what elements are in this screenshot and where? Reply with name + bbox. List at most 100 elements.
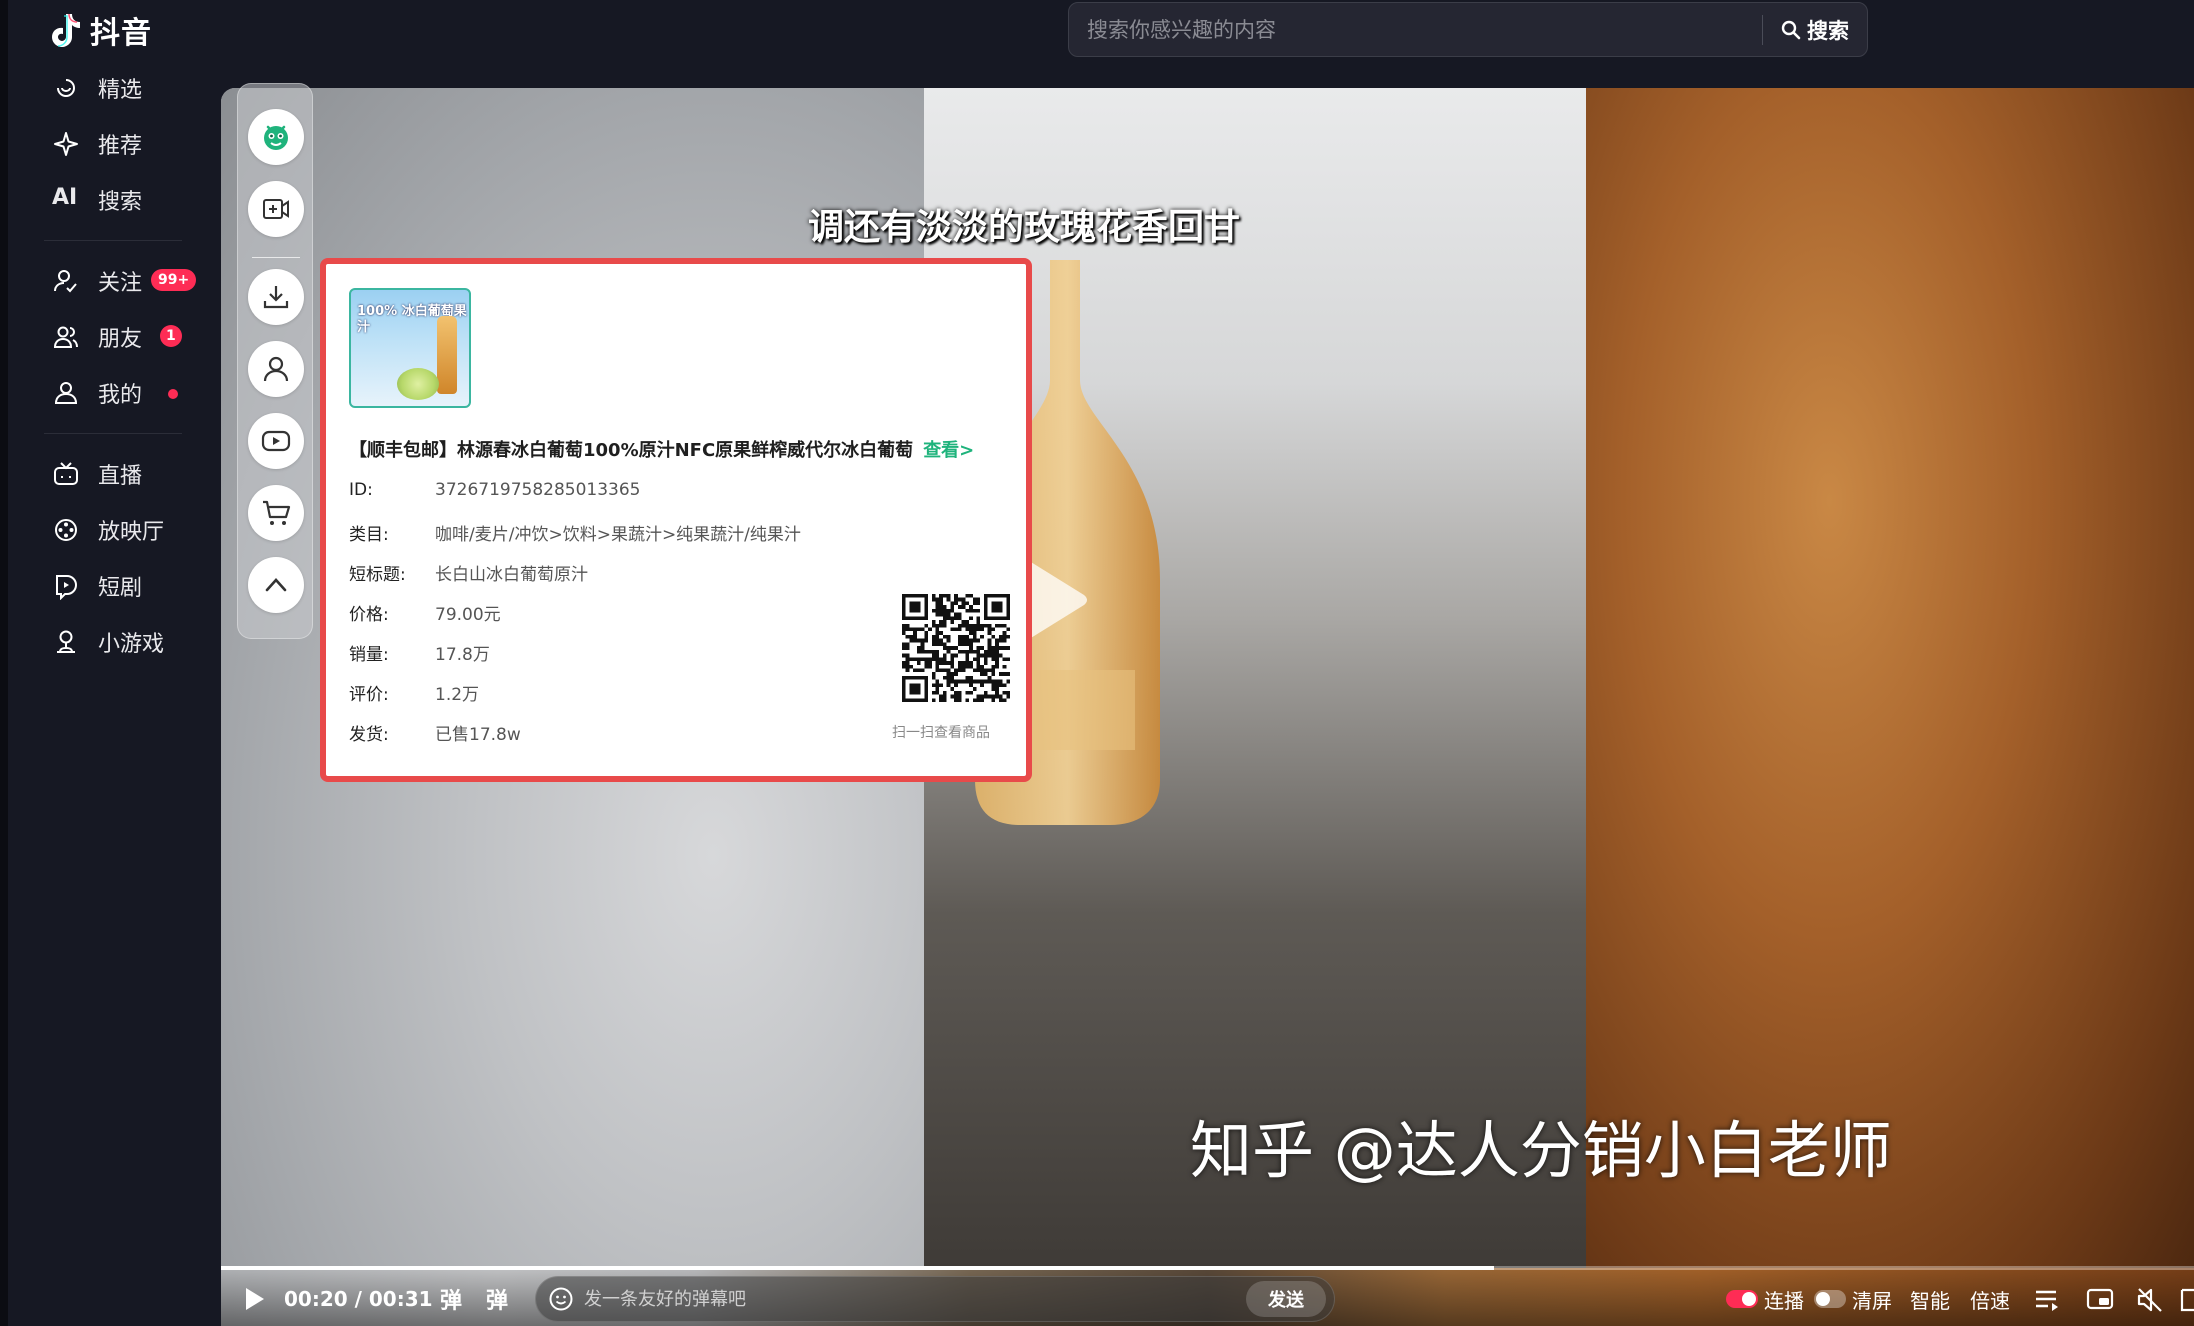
qr-module <box>924 657 929 662</box>
qr-module <box>987 631 992 635</box>
collapse-rail-button[interactable] <box>248 557 304 613</box>
sidebar-item-recommend[interactable]: 推荐 <box>8 116 218 172</box>
qr-module <box>972 627 977 632</box>
qr-module <box>957 661 962 665</box>
search-input[interactable] <box>1069 3 1762 56</box>
app-logo[interactable]: 抖音 <box>50 8 152 52</box>
qr-module <box>991 683 996 688</box>
qr-module <box>935 631 940 635</box>
qr-module <box>976 661 981 665</box>
sidebar-item-label: 精选 <box>98 78 143 103</box>
qr-module <box>976 653 981 658</box>
product-field-shipping: 发货: 已售17.8w <box>349 720 521 745</box>
field-key: 类目: <box>349 525 389 545</box>
qr-module <box>939 601 943 606</box>
author-profile-button[interactable] <box>248 341 304 397</box>
qr-module <box>946 634 951 639</box>
qr-module <box>961 620 966 624</box>
qr-module <box>961 623 966 628</box>
plugin-action-rail <box>237 83 313 639</box>
speed-button[interactable]: 倍速 <box>1970 1284 2010 1314</box>
qr-module <box>931 634 936 639</box>
plugin-logo-button[interactable] <box>248 109 304 165</box>
qr-module <box>905 664 910 669</box>
product-field-short-title: 短标题: 长白山冰白葡萄原汁 <box>349 560 588 585</box>
qr-module <box>924 638 929 643</box>
qr-module <box>1006 657 1010 662</box>
sidebar-item-live[interactable]: 直播 <box>8 446 218 502</box>
qr-module <box>965 642 970 647</box>
fullscreen-icon[interactable] <box>2180 1287 2194 1313</box>
send-danmu-button[interactable]: 发送 <box>1246 1281 1326 1317</box>
picture-in-picture-icon[interactable] <box>2086 1287 2114 1313</box>
qr-module <box>957 627 962 632</box>
danmu-input[interactable] <box>574 1277 1246 1321</box>
qr-module <box>991 668 996 673</box>
qr-module <box>976 601 981 606</box>
sidebar-item-follow[interactable]: 关注 99+ <box>8 253 218 309</box>
qr-module <box>969 683 973 688</box>
sidebar-item-cinema[interactable]: 放映厅 <box>8 502 218 558</box>
qr-module <box>976 620 981 624</box>
plugin-logo-icon <box>264 125 288 150</box>
qr-module <box>987 638 992 643</box>
play-icon[interactable] <box>244 1286 266 1312</box>
sidebar-item-ai-search[interactable]: AI 搜索 <box>8 172 218 228</box>
qr-module <box>950 661 955 665</box>
video-capture-button[interactable] <box>248 181 304 237</box>
qr-module <box>920 649 925 654</box>
qr-module <box>939 597 943 602</box>
search-button[interactable]: 搜索 <box>1763 3 1867 56</box>
product-cart-button[interactable] <box>248 485 304 541</box>
qr-module <box>935 608 940 613</box>
qr-module <box>905 646 910 650</box>
mute-icon[interactable] <box>2136 1287 2164 1313</box>
sidebar-item-short-drama[interactable]: 短剧 <box>8 558 218 614</box>
qr-module <box>980 679 984 684</box>
danmu-composer: 发送 <box>535 1276 1335 1322</box>
danmu-settings-button[interactable]: 弹 <box>486 1284 508 1314</box>
video-info-button[interactable] <box>248 413 304 469</box>
download-button[interactable] <box>248 269 304 325</box>
playlist-icon[interactable] <box>2034 1288 2060 1312</box>
qr-module <box>976 638 981 643</box>
qr-module <box>995 623 999 628</box>
qr-module <box>909 634 914 639</box>
qr-module <box>995 679 999 684</box>
qr-module <box>935 649 940 654</box>
qr-module <box>942 698 947 702</box>
sidebar-item-me[interactable]: 我的 <box>8 365 218 421</box>
qr-module <box>913 627 917 632</box>
qr-module <box>950 675 955 680</box>
qr-module <box>950 672 955 676</box>
quality-button[interactable]: 智能 <box>1910 1284 1950 1314</box>
qr-module <box>935 690 940 695</box>
qr-module <box>976 646 981 650</box>
autoplay-toggle[interactable]: 连播 <box>1726 1284 1804 1314</box>
qr-module <box>961 649 966 654</box>
qr-module <box>950 653 955 658</box>
product-qr-code[interactable] <box>902 594 1010 702</box>
clear-screen-toggle[interactable]: 清屏 <box>1814 1284 1892 1314</box>
qr-finder-pattern <box>991 601 1003 613</box>
emoji-icon[interactable] <box>548 1286 574 1312</box>
sidebar-item-friends[interactable]: 朋友 1 <box>8 309 218 365</box>
ai-icon: AI <box>52 185 78 210</box>
qr-module <box>976 627 981 632</box>
douyin-logo-icon <box>52 13 80 47</box>
view-product-link[interactable]: 查看> <box>923 440 974 461</box>
qr-module <box>935 612 940 617</box>
sidebar-item-mini-games[interactable]: 小游戏 <box>8 614 218 670</box>
qr-module <box>939 657 943 662</box>
danmu-toggle-button[interactable]: 弹 <box>440 1284 462 1314</box>
qr-module <box>965 627 970 632</box>
qr-module <box>942 653 947 658</box>
product-thumbnail[interactable]: 100% 冰白葡萄果汁 <box>349 288 471 408</box>
qr-module <box>931 597 936 602</box>
qr-module <box>920 657 925 662</box>
sidebar-item-featured[interactable]: 精选 <box>8 60 218 116</box>
app-name: 抖音 <box>90 16 152 51</box>
qr-module <box>998 679 1003 684</box>
qr-module <box>935 642 940 647</box>
qr-module <box>991 694 996 699</box>
